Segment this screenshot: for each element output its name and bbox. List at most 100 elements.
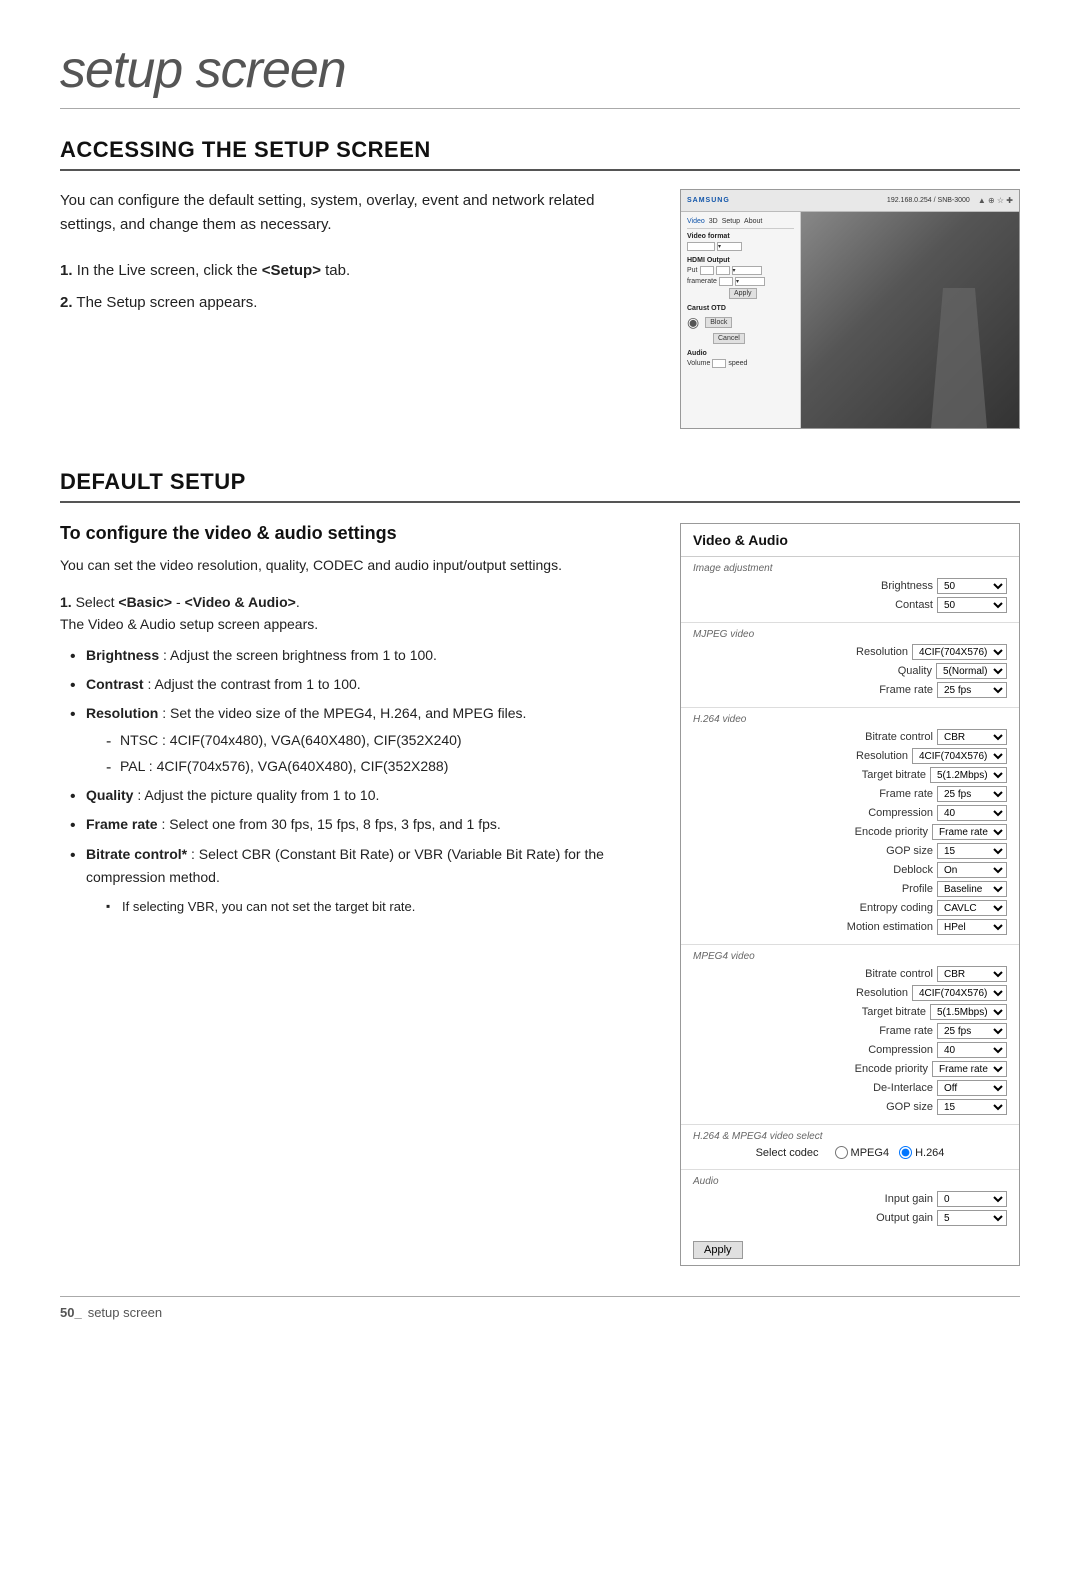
va-h264-motion-label: Motion estimation [833,921,933,933]
configure-body: You can set the video resolution, qualit… [60,554,650,577]
video-audio-panel: Video & Audio Image adjustment Brightnes… [680,523,1020,1266]
va-mpeg4-res-select[interactable]: 4CIF(704X576) [912,985,1007,1001]
va-mpeg4-target-row: Target bitrate 5(1.5Mbps) [693,1004,1007,1020]
va-mpeg4-enc-row: Encode priority Frame rate [693,1061,1007,1077]
bullet-contrast: Contrast : Adjust the contrast from 1 to… [70,673,650,696]
va-mpeg4-gop-row: GOP size 15 [693,1099,1007,1115]
bitrate-note-list: If selecting VBR, you can not set the ta… [86,897,650,918]
va-mpeg4-comp-label: Compression [833,1044,933,1056]
carust-btn1[interactable]: Block [705,317,732,328]
va-h264-gop-row: GOP size 15 [693,843,1007,859]
footer-label: setup screen [88,1305,162,1320]
va-h264-comp-label: Compression [833,807,933,819]
va-h264-bitrate-select[interactable]: CBR [937,729,1007,745]
va-mpeg4-gop-select[interactable]: 15 [937,1099,1007,1115]
va-apply-area: Apply [681,1235,1019,1265]
va-h264-gop-select[interactable]: 15 [937,843,1007,859]
va-h264-entropy-select[interactable]: CAVLC [937,900,1007,916]
va-mpeg4-gop-label: GOP size [833,1101,933,1113]
va-mpeg4-bitrate-label: Bitrate control [833,968,933,980]
va-input-gain-label: Input gain [833,1193,933,1205]
va-mpeg4-deint-select[interactable]: Off [937,1080,1007,1096]
va-mpeg4-comp-select[interactable]: 40 [937,1042,1007,1058]
framerate-select: ▾ [735,277,765,286]
va-mjpeg-res-select[interactable]: 4CIF(704X576) [912,644,1007,660]
va-h264-fps-label: Frame rate [833,788,933,800]
sid-audio: Audio Volume speed [687,350,794,368]
va-brightness-select[interactable]: 50 [937,578,1007,594]
bullet-resolution: Resolution : Set the video size of the M… [70,702,650,778]
va-h264-comp-select[interactable]: 40 [937,805,1007,821]
va-input-gain-select[interactable]: 0 [937,1191,1007,1207]
camera-screenshot: SAMSUNG 192.168.0.254 / SNB-3000 ▲ ⊕ ☆ ✚… [680,189,1020,429]
va-h264-motion-select[interactable]: HPel [937,919,1007,935]
section-heading-accessing: ACCESSING THE SETUP SCREEN [60,137,1020,171]
va-h264-bitrate-label: Bitrate control [833,731,933,743]
va-contrast-row: Contast 50 [693,597,1007,613]
va-h264-res-select[interactable]: 4CIF(704X576) [912,748,1007,764]
va-codec-mpeg4-radio[interactable] [835,1146,848,1159]
va-mpeg4-fps-select[interactable]: 25 fps [937,1023,1007,1039]
menu-video: Video [687,218,705,225]
va-mjpeg-label: MJPEG video [693,629,1007,640]
samsung-logo: SAMSUNG [687,197,730,204]
va-section-h264: H.264 video Bitrate control CBR Resoluti… [681,708,1019,945]
carust-icon: ◉ [687,314,699,331]
va-mpeg4-bitrate-select[interactable]: CBR [937,966,1007,982]
cam-icons: ▲ ⊕ ☆ ✚ [978,196,1013,205]
bullet-framerate: Frame rate : Select one from 30 fps, 15 … [70,813,650,836]
va-h264-fps-row: Frame rate 25 fps [693,786,1007,802]
va-mjpeg-quality-label: Quality [832,665,932,677]
hdmi-apply-btn[interactable]: Apply [729,288,757,299]
va-codec-h264-radio[interactable] [899,1146,912,1159]
va-h264-profile-select[interactable]: Baseline [937,881,1007,897]
va-mpeg4-res-label: Resolution [808,987,908,999]
va-mpeg4-res-row: Resolution 4CIF(704X576) [693,985,1007,1001]
va-contrast-select[interactable]: 50 [937,597,1007,613]
step-1: 1. In the Live screen, click the <Setup>… [60,259,650,283]
va-section-audio: Audio Input gain 0 Output gain 5 [681,1170,1019,1235]
sid-hdmi-output: HDMI Output Put ▾ framerate ▾ [687,257,794,299]
va-mpeg4-enc-select[interactable]: Frame rate [932,1061,1007,1077]
camera-top-bar: SAMSUNG 192.168.0.254 / SNB-3000 ▲ ⊕ ☆ ✚ [681,190,1019,212]
va-apply-button[interactable]: Apply [693,1241,743,1259]
steps-list: 1. In the Live screen, click the <Setup>… [60,259,650,315]
va-mjpeg-res-label: Resolution [808,646,908,658]
va-panel-box: Video & Audio Image adjustment Brightnes… [680,523,1020,1266]
hdmi-input1 [700,266,714,275]
va-mjpeg-fps-select[interactable]: 25 fps [937,682,1007,698]
va-brightness-label: Brightness [833,580,933,592]
va-h264-enc-select[interactable]: Frame rate [932,824,1007,840]
va-codec-section-label: H.264 & MPEG4 video select [693,1131,1007,1142]
step-num-2: 2. [60,294,73,311]
hdmi-row: Put ▾ [687,266,794,275]
va-mpeg4-fps-label: Frame rate [833,1025,933,1037]
va-output-gain-select[interactable]: 5 [937,1210,1007,1226]
va-h264-deblock-select[interactable]: On [937,862,1007,878]
va-mjpeg-quality-row: Quality 5(Normal) [693,663,1007,679]
vid-format-input [687,242,715,251]
va-h264-target-select[interactable]: 5(1.2Mbps) [930,767,1007,783]
section-default-setup: DEFAULT SETUP To configure the video & a… [60,469,1020,1266]
hdmi-input2 [716,266,730,275]
carust-btn2[interactable]: Cancel [713,333,745,344]
va-codec-h264-label[interactable]: H.264 [899,1146,944,1159]
carust-row: ◉ Block [687,314,794,331]
va-h264-target-row: Target bitrate 5(1.2Mbps) [693,767,1007,783]
carust-row2: Cancel [687,333,794,344]
sid-video-format: Video format ▾ [687,233,794,251]
va-h264-bitrate-row: Bitrate control CBR [693,729,1007,745]
va-section-mjpeg: MJPEG video Resolution 4CIF(704X576) Qua… [681,623,1019,708]
va-h264-fps-select[interactable]: 25 fps [937,786,1007,802]
audio-label: Audio [687,350,794,357]
va-codec-mpeg4-label[interactable]: MPEG4 [835,1146,890,1159]
va-mpeg4-target-select[interactable]: 5(1.5Mbps) [930,1004,1007,1020]
sid-carust: Carust OTD ◉ Block Cancel [687,305,794,344]
va-mjpeg-quality-select[interactable]: 5(Normal) [936,663,1007,679]
va-h264-gop-label: GOP size [833,845,933,857]
configure-step-num: 1. [60,594,72,610]
menu-about: About [744,218,762,225]
va-h264-entropy-label: Entropy coding [833,902,933,914]
va-mpeg4-deint-row: De-Interlace Off [693,1080,1007,1096]
vid-format-row: ▾ [687,242,794,251]
